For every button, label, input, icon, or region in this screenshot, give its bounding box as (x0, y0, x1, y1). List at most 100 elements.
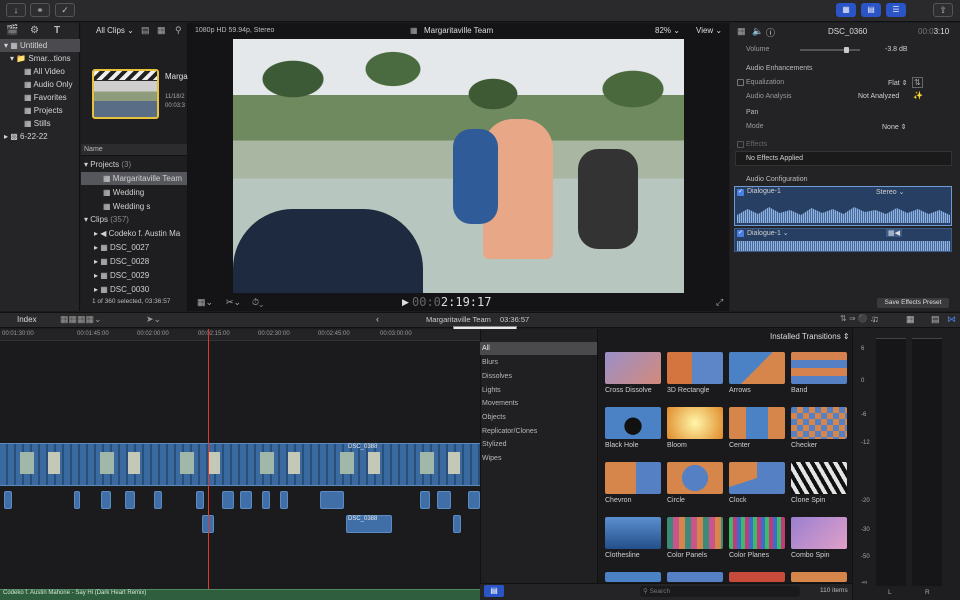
sidebar-item-projects[interactable]: ▦ Projects (0, 104, 80, 117)
category-stylized[interactable]: Stylized (480, 438, 597, 451)
transition-thumbnail[interactable] (667, 517, 723, 549)
transition-thumbnail[interactable] (667, 462, 723, 494)
filmstrip-icon[interactable]: ▦ (157, 25, 166, 36)
sidebar-item-all-video[interactable]: ▦ All Video (0, 65, 80, 78)
save-effects-preset-button[interactable]: Save Effects Preset (877, 298, 949, 308)
back-arrow-icon[interactable]: ‹ (376, 314, 379, 324)
sidebar-item-smart-collections[interactable]: ▾ 📁 Smar...tions (0, 52, 80, 65)
sidebar-item-audio-only[interactable]: ▦ Audio Only (0, 78, 80, 91)
transition-thumbnail[interactable] (667, 407, 723, 439)
transform-icon[interactable]: ✂⌄ (226, 297, 241, 308)
audio-skimming-icon[interactable]: ⇅ ⇒ ⚫ ♫ (840, 314, 876, 323)
view-dropdown[interactable]: View ⌄ (696, 26, 722, 35)
list-item-project[interactable]: ▦ Wedding s (81, 200, 187, 213)
category-objects[interactable]: Objects (480, 411, 597, 424)
keywords-button[interactable]: ⚭ (30, 3, 50, 17)
project-thumbnail[interactable] (92, 69, 159, 119)
timeline-clip[interactable] (280, 491, 288, 509)
transition-thumbnail[interactable] (667, 352, 723, 384)
timeline-clip[interactable] (125, 491, 135, 509)
sidebar-item-stills[interactable]: ▦ Stills (0, 117, 80, 130)
transition-thumbnail[interactable] (729, 462, 785, 494)
effects-browser-icon[interactable]: ▤ (931, 314, 940, 325)
transition-thumbnail[interactable] (605, 572, 661, 582)
timeline-clip[interactable] (222, 491, 234, 509)
audio-inspector-icon[interactable]: 🔈 (752, 26, 763, 37)
search-icon[interactable]: ⚲ (175, 25, 182, 36)
timeline-clip[interactable] (196, 491, 204, 509)
background-tasks-button[interactable]: ✓ (55, 3, 75, 17)
timeline-clip[interactable] (101, 491, 111, 509)
show-browser-button[interactable]: ▦ (836, 3, 856, 17)
transition-thumbnail[interactable] (605, 407, 661, 439)
index-button[interactable]: Index (17, 315, 37, 324)
clips-group[interactable]: ▾ Clips (357) (81, 213, 187, 226)
eq-graph-icon[interactable]: ⇅ (912, 77, 923, 88)
transition-thumbnail[interactable] (791, 407, 847, 439)
category-blurs[interactable]: Blurs (480, 356, 597, 369)
category-all[interactable]: All (480, 342, 597, 355)
transition-thumbnail[interactable] (729, 352, 785, 384)
eq-dropdown[interactable]: Flat ⇕ (888, 79, 907, 87)
dialogue-role-1[interactable]: Dialogue-1 (747, 188, 781, 195)
sidebar-item-untitled[interactable]: ▾ ▦ Untitled (0, 39, 80, 52)
transition-thumbnail[interactable] (605, 462, 661, 494)
timeline-clip[interactable] (453, 515, 461, 533)
timecode-display[interactable]: 00:02:19:17 (412, 295, 491, 309)
transitions-search-input[interactable]: ⚲ Search (640, 586, 800, 597)
playhead[interactable] (208, 329, 209, 600)
transition-thumbnail[interactable] (791, 517, 847, 549)
equalization-checkbox[interactable] (737, 79, 744, 86)
import-button[interactable]: ↓ (6, 3, 26, 17)
projects-group[interactable]: ▾ Projects (3) (81, 158, 187, 171)
timeline-clip[interactable] (262, 491, 270, 509)
transition-thumbnail[interactable] (729, 517, 785, 549)
play-icon[interactable]: ▶ (402, 297, 409, 308)
titles-icon[interactable]: T (54, 25, 60, 36)
dialogue-role-2[interactable]: Dialogue-1 ⌄ (747, 229, 789, 237)
transitions-browser-icon[interactable]: ⋈ (947, 314, 956, 325)
list-item-clip[interactable]: ▸ ▦ DSC_0028 (81, 255, 187, 268)
category-dissolves[interactable]: Dissolves (480, 370, 597, 383)
channel-config-dropdown[interactable]: Stereo ⌄ (876, 188, 904, 196)
category-replicator[interactable]: Replicator/Clones (480, 425, 597, 438)
viewer-options-icon[interactable]: ▦⌄ (197, 297, 213, 308)
list-item-clip[interactable]: ▸ ◀ Codeko f. Austin Ma (81, 227, 187, 240)
dialogue-checkbox-1[interactable]: ✓ (737, 189, 744, 196)
transition-thumbnail[interactable] (729, 407, 785, 439)
volume-slider-thumb[interactable] (844, 47, 849, 53)
timeline-clip[interactable] (240, 491, 252, 509)
channel-toggle-icon[interactable]: ▦◀ (886, 229, 902, 237)
clip-connect-icon[interactable]: ▦▦▦▦⌄ (60, 314, 102, 325)
show-inspector-button[interactable]: ☰ (886, 3, 906, 17)
analysis-wand-icon[interactable]: ✨ (913, 91, 923, 100)
list-item-project[interactable]: ▦ Wedding (81, 186, 187, 199)
list-item-clip[interactable]: ▸ ▦ DSC_0027 (81, 241, 187, 254)
volume-value[interactable]: -3.8 dB (885, 46, 908, 53)
transition-thumbnail[interactable] (667, 572, 723, 582)
fullscreen-icon[interactable]: ⤢ (716, 297, 723, 308)
clip-appearance-icon[interactable]: ▤ (141, 25, 150, 36)
category-movements[interactable]: Movements (480, 397, 597, 410)
timeline-clip[interactable] (4, 491, 12, 509)
list-item-clip[interactable]: ▸ ▦ DSC_0030 (81, 283, 187, 296)
clip-appearance-icon[interactable]: ▦ (906, 314, 915, 325)
libraries-icon[interactable]: 🎬 (6, 25, 18, 36)
mode-dropdown[interactable]: None ⇕ (882, 123, 907, 131)
timeline-clip[interactable] (154, 491, 162, 509)
share-button[interactable]: ⇧ (933, 3, 953, 17)
timeline-clip[interactable] (468, 491, 480, 509)
viewer-video-frame[interactable] (233, 39, 684, 293)
speed-icon[interactable]: ⏱⌄ (252, 297, 263, 308)
zoom-dropdown[interactable]: 82% ⌄ (655, 26, 680, 35)
category-wipes[interactable]: Wipes (480, 452, 597, 465)
transition-thumbnail[interactable] (791, 462, 847, 494)
timeline-clip[interactable] (74, 491, 80, 509)
effects-checkbox[interactable] (737, 141, 744, 148)
photos-icon[interactable]: ⚙ (30, 25, 39, 36)
timeline-clip[interactable] (420, 491, 430, 509)
sidebar-item-event[interactable]: ▸ ▩ 6-22-22 (0, 130, 80, 143)
video-inspector-icon[interactable]: ▦ (737, 26, 746, 37)
list-item-project[interactable]: ▦ Margaritaville Team (81, 172, 187, 185)
show-timeline-button[interactable]: ▤ (861, 3, 881, 17)
